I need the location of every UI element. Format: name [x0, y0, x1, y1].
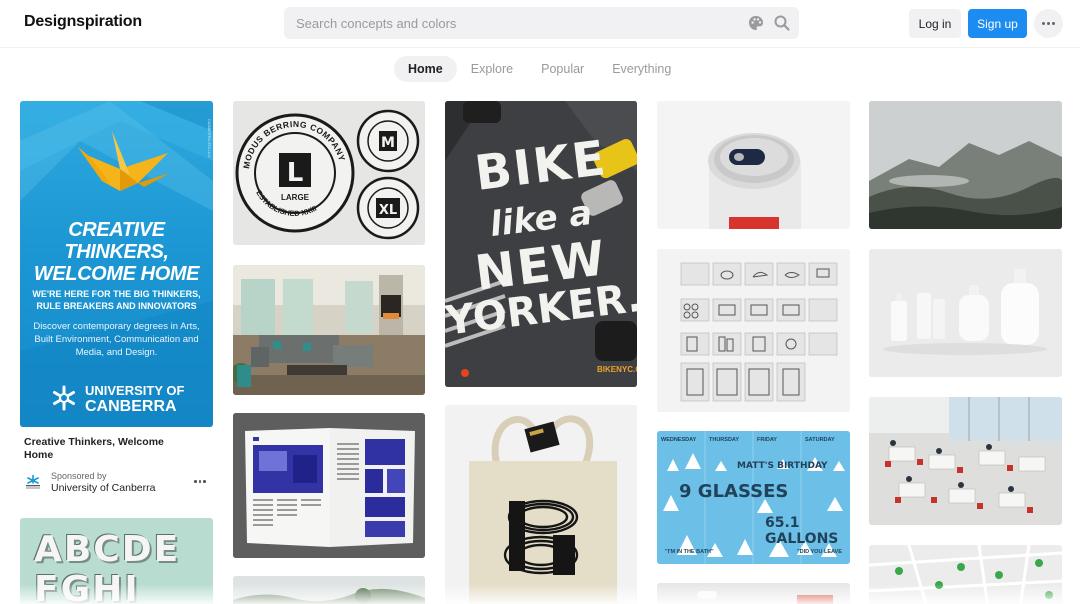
pin-icon-set[interactable] [657, 249, 850, 412]
poster-bath: "I'M IN THE BATH" [665, 549, 714, 555]
badge-large: LARGE [281, 193, 310, 202]
pin-bike-poster[interactable]: BIKE like a NEW YORKER. BIKENYC.ORG [445, 101, 637, 387]
signup-button[interactable]: Sign up [968, 9, 1027, 38]
search-input[interactable] [284, 7, 734, 39]
poster-leave: "DID YOU LEAVE [797, 549, 842, 555]
search-bar[interactable] [284, 7, 799, 39]
poster-glasses: 9 GLASSES [679, 481, 789, 502]
foggy-mountain-image [869, 101, 1062, 229]
white-bottles-image [869, 249, 1062, 377]
pin-soda-can[interactable] [657, 101, 850, 229]
badge-logos-illustration: L LARGE MODUS BERRING COMPANY ESTABLISHE… [233, 101, 425, 245]
tab-popular[interactable]: Popular [527, 56, 598, 82]
poster-birthday: MATT'S BIRTHDAY [737, 461, 828, 471]
tab-explore[interactable]: Explore [457, 56, 527, 82]
tab-home[interactable]: Home [394, 56, 457, 82]
classroom-image [869, 397, 1062, 525]
svg-text:CANBERRA.EDU.AU: CANBERRA.EDU.AU [207, 119, 212, 158]
pin-bottles-photo[interactable] [869, 249, 1062, 377]
magazine-spread-image [233, 413, 425, 558]
living-room-image [233, 265, 425, 395]
badge-L: L [287, 158, 304, 188]
university-line1: UNIVERSITY OF [85, 383, 185, 398]
pin-data-poster[interactable]: WEDNESDAY THURSDAY FRIDAY SATURDAY MATT'… [657, 431, 850, 564]
pin-badge-logos[interactable]: L LARGE MODUS BERRING COMPANY ESTABLISHE… [233, 101, 425, 245]
top-bar: Designspiration Log in Sign up [0, 0, 1080, 48]
university-line2: CANBERRA [85, 398, 177, 415]
poster-day2: THURSDAY [709, 437, 740, 443]
tab-everything[interactable]: Everything [598, 56, 685, 82]
ad-subheadline: WE'RE HERE FOR THE BIG THINKERS, RULE BR… [20, 289, 213, 312]
pin-classroom-photo[interactable] [869, 397, 1062, 525]
ad-caption[interactable]: Creative Thinkers, Welcome Home [24, 436, 174, 462]
pin-living-room-photo[interactable] [233, 265, 425, 395]
poster-day3: FRIDAY [757, 437, 777, 443]
ad-sub-line1: WE'RE HERE FOR THE BIG THINKERS, [32, 289, 201, 299]
search-icon[interactable] [773, 14, 791, 32]
university-name: UNIVERSITY OF CANBERRA [85, 383, 184, 416]
ad-body-text: Discover contemporary degrees in Arts, B… [33, 321, 200, 358]
pin-mountain-photo[interactable] [869, 101, 1062, 229]
ad-more-options-icon[interactable] [194, 480, 206, 483]
poster-day4: SATURDAY [805, 437, 835, 443]
ad-headline: CREATIVE THINKERS, WELCOME HOME [20, 219, 213, 285]
more-horizontal-icon [1042, 22, 1055, 25]
bottom-fade-overlay [0, 584, 1080, 604]
poster-day1: WEDNESDAY [661, 437, 697, 443]
soda-can-image [657, 101, 850, 229]
icon-grid-image [657, 249, 850, 412]
tote-bag-image [445, 405, 637, 604]
badge-M: M [381, 135, 395, 151]
sponsor-logo-icon [26, 474, 40, 489]
badge-XL: XL [379, 203, 397, 218]
pin-magazine-spread[interactable] [233, 413, 425, 558]
university-crest-icon [53, 385, 75, 411]
logo[interactable]: Designspiration [24, 13, 142, 31]
login-button[interactable]: Log in [909, 9, 961, 38]
ad-sub-line2: RULE BREAKERS AND INNOVATORS [36, 300, 197, 311]
poster-gallons: 65.1 GALLONS [765, 515, 839, 547]
bike-url: BIKENYC.ORG [597, 365, 637, 374]
palette-icon[interactable] [747, 14, 765, 32]
ad-headline-line2: WELCOME HOME [33, 263, 200, 285]
feed-tabs: Home Explore Popular Everything [394, 56, 685, 82]
sponsor-name-link[interactable]: University of Canberra [51, 482, 155, 494]
more-options-button[interactable] [1034, 9, 1063, 38]
sponsored-by-label: Sponsored by [51, 471, 107, 481]
sponsored-ad-image[interactable]: CANBERRA.EDU.AU CREATIVE THINKERS, WELCO… [20, 101, 213, 427]
alphabet-line1: ABCDE [34, 529, 181, 570]
ad-headline-line1: CREATIVE THINKERS, [64, 219, 169, 263]
pin-tote-bag[interactable] [445, 405, 637, 604]
